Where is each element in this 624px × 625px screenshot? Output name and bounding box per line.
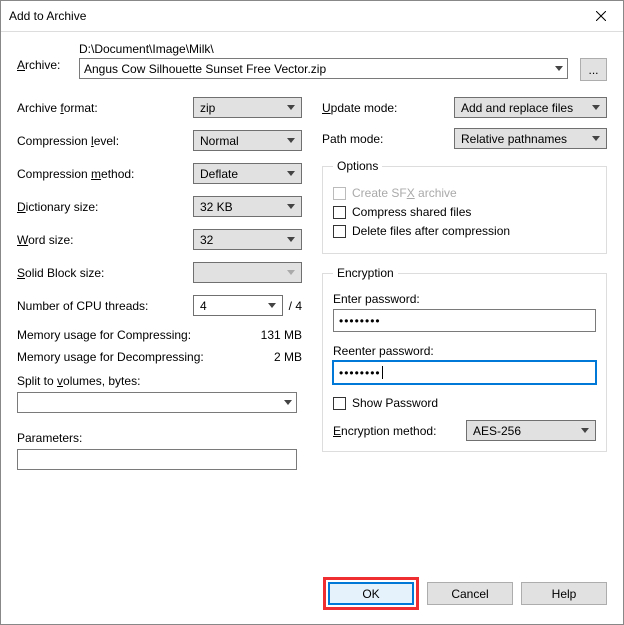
encryption-method-select[interactable]: AES-256 <box>466 420 596 441</box>
split-volumes-label: Split to volumes, bytes: <box>17 374 302 388</box>
chevron-down-icon <box>287 138 295 143</box>
compression-method-label: Compression method: <box>17 167 193 181</box>
word-size-select[interactable]: 32 <box>193 229 302 250</box>
split-volumes-select[interactable] <box>17 392 297 413</box>
chevron-down-icon <box>287 204 295 209</box>
path-mode-label: Path mode: <box>322 132 454 146</box>
cancel-button[interactable]: Cancel <box>427 582 513 605</box>
chevron-down-icon <box>287 105 295 110</box>
chevron-down-icon <box>287 270 295 275</box>
ok-highlight: OK <box>323 577 419 610</box>
reenter-password-label: Reenter password: <box>333 344 596 358</box>
compression-level-select[interactable]: Normal <box>193 130 302 151</box>
encryption-method-label: Encryption method: <box>333 424 466 438</box>
cpu-total: / 4 <box>289 299 302 313</box>
mem-compress-label: Memory usage for Compressing: <box>17 328 191 342</box>
cpu-threads-label: Number of CPU threads: <box>17 299 193 313</box>
mem-decompress-value: 2 MB <box>274 350 302 364</box>
delete-after-checkbox[interactable] <box>333 225 346 238</box>
close-icon <box>596 11 606 21</box>
archive-label: Archive: <box>17 42 71 72</box>
chevron-down-icon <box>284 400 292 405</box>
chevron-down-icon <box>287 171 295 176</box>
show-password-checkbox[interactable] <box>333 397 346 410</box>
delete-after-label: Delete files after compression <box>352 224 510 238</box>
enter-password-input[interactable]: •••••••• <box>333 309 596 332</box>
cpu-threads-select[interactable]: 4 <box>193 295 283 316</box>
encryption-group: Encryption Enter password: •••••••• Reen… <box>322 266 607 452</box>
help-button[interactable]: Help <box>521 582 607 605</box>
word-size-label: Word size: <box>17 233 193 247</box>
left-column: Archive format: zip Compression level: N… <box>17 97 302 470</box>
chevron-down-icon <box>268 303 276 308</box>
compression-level-label: Compression level: <box>17 134 193 148</box>
right-column: Update mode: Add and replace files Path … <box>322 97 607 470</box>
update-mode-label: Update mode: <box>322 101 454 115</box>
ok-button[interactable]: OK <box>328 582 414 605</box>
dictionary-size-label: Dictionary size: <box>17 200 193 214</box>
encryption-legend: Encryption <box>333 266 398 280</box>
archive-filename: Angus Cow Silhouette Sunset Free Vector.… <box>84 62 326 76</box>
chevron-down-icon <box>592 136 600 141</box>
path-mode-select[interactable]: Relative pathnames <box>454 128 607 149</box>
enter-password-label: Enter password: <box>333 292 596 306</box>
show-password-label: Show Password <box>352 396 438 410</box>
dictionary-size-select[interactable]: 32 KB <box>193 196 302 217</box>
mem-decompress-label: Memory usage for Decompressing: <box>17 350 204 364</box>
chevron-down-icon <box>555 66 563 71</box>
dialog-buttons: OK Cancel Help <box>323 577 607 610</box>
archive-filename-select[interactable]: Angus Cow Silhouette Sunset Free Vector.… <box>79 58 568 79</box>
solid-block-size-label: Solid Block size: <box>17 266 193 280</box>
dialog-content: Archive: D:\Document\Image\Milk\ Angus C… <box>1 32 623 624</box>
mem-compress-value: 131 MB <box>261 328 302 342</box>
chevron-down-icon <box>592 105 600 110</box>
sfx-checkbox <box>333 187 346 200</box>
update-mode-select[interactable]: Add and replace files <box>454 97 607 118</box>
sfx-label: Create SFX archive <box>352 186 457 200</box>
compression-method-select[interactable]: Deflate <box>193 163 302 184</box>
browse-button[interactable]: ... <box>580 58 607 81</box>
options-group: Options Create SFX archive Compress shar… <box>322 159 607 254</box>
solid-block-size-select <box>193 262 302 283</box>
options-legend: Options <box>333 159 382 173</box>
chevron-down-icon <box>287 237 295 242</box>
text-caret <box>382 366 383 379</box>
add-to-archive-dialog: Add to Archive Archive: D:\Document\Imag… <box>0 0 624 625</box>
chevron-down-icon <box>581 428 589 433</box>
window-title: Add to Archive <box>9 9 86 23</box>
archive-format-select[interactable]: zip <box>193 97 302 118</box>
compress-shared-label: Compress shared files <box>352 205 471 219</box>
format-label: Archive format: <box>17 101 193 115</box>
reenter-password-input[interactable]: •••••••• <box>333 361 596 384</box>
titlebar: Add to Archive <box>1 1 623 32</box>
archive-path: D:\Document\Image\Milk\ <box>79 42 607 56</box>
parameters-input[interactable] <box>17 449 297 470</box>
close-button[interactable] <box>578 1 623 31</box>
compress-shared-checkbox[interactable] <box>333 206 346 219</box>
parameters-label: Parameters: <box>17 431 302 445</box>
